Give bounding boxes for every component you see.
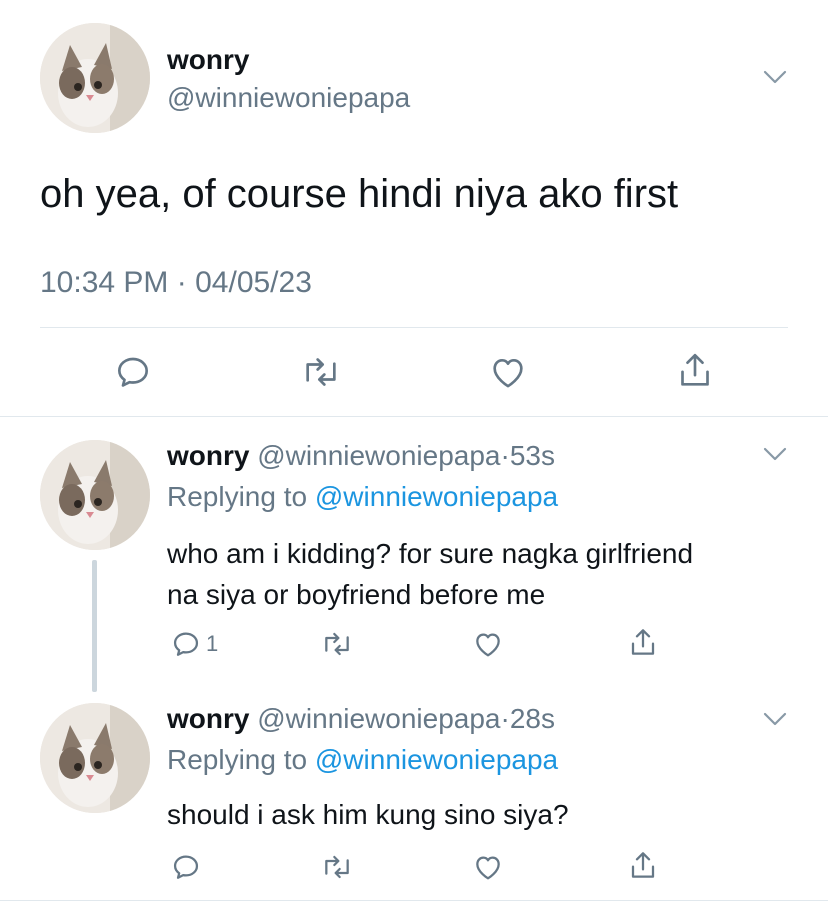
reply-text-line: who am i kidding? for sure nagka girlfri… [167,538,694,569]
reply-icon [170,628,202,660]
reply-text-line: na siya or boyfriend before me [167,579,546,610]
action-bar [0,851,828,887]
display-name[interactable]: wonry [167,44,249,76]
separator-dot: · [176,266,187,299]
timestamp: 10:34 PM · 04/05/23 [40,266,312,300]
display-name[interactable]: wonry [167,703,249,734]
handle[interactable]: @winniewoniepapa [167,82,410,114]
cat-avatar-image [40,23,150,133]
like-icon[interactable] [472,628,504,660]
retweet-icon[interactable] [299,352,343,392]
display-name[interactable]: wonry [167,440,249,471]
share-icon[interactable] [627,849,659,883]
avatar[interactable] [40,440,150,550]
reply-icon[interactable] [170,851,202,883]
replying-to-label: Replying to [167,481,308,512]
reply-icon[interactable] [113,352,153,392]
separator-dot: · [500,440,510,471]
like-icon[interactable] [488,352,528,392]
cat-avatar-image [40,440,150,550]
handle[interactable]: @winniewoniepapa [257,703,500,734]
action-bar: 1 [0,628,828,664]
bottom-divider [0,900,828,901]
replying-to-handle[interactable]: @winniewoniepapa [315,744,558,775]
chevron-down-icon[interactable] [762,710,788,733]
reply-text-line: should i ask him kung sino siya? [167,799,569,830]
replying-to-label: Replying to [167,744,308,775]
thread-line [92,560,97,692]
retweet-icon[interactable] [319,851,355,883]
section-divider [0,416,828,417]
retweet-icon[interactable] [319,628,355,660]
tweet-date: 04/05/23 [195,266,312,299]
reply-count: 1 [206,631,219,656]
divider [40,327,788,328]
replying-to-handle[interactable]: @winniewoniepapa [315,481,558,512]
relative-time[interactable]: 28s [510,703,555,734]
cat-avatar-image [40,703,150,813]
tweet-time: 10:34 PM [40,266,169,299]
handle[interactable]: @winniewoniepapa [257,440,500,471]
replying-to: Replying to @winniewoniepapa [167,744,558,776]
share-icon[interactable] [627,626,659,660]
reply-header: wonry @winniewoniepapa·28s [167,703,555,735]
like-icon[interactable] [472,851,504,883]
relative-time[interactable]: 53s [510,440,555,471]
reply-header: wonry @winniewoniepapa·53s [167,440,555,472]
share-icon[interactable] [675,350,715,392]
tweet-text: oh yea, of course hindi niya ako first [40,172,679,216]
replying-to: Replying to @winniewoniepapa [167,481,558,513]
avatar[interactable] [40,703,150,813]
reply-button[interactable]: 1 [170,628,218,660]
chevron-down-icon[interactable] [762,68,788,91]
separator-dot: · [500,703,510,734]
reply-text: who am i kidding? for sure nagka girlfri… [167,533,693,615]
avatar[interactable] [40,23,150,133]
reply-text: should i ask him kung sino siya? [167,794,569,835]
action-bar [0,350,828,394]
chevron-down-icon[interactable] [762,445,788,468]
